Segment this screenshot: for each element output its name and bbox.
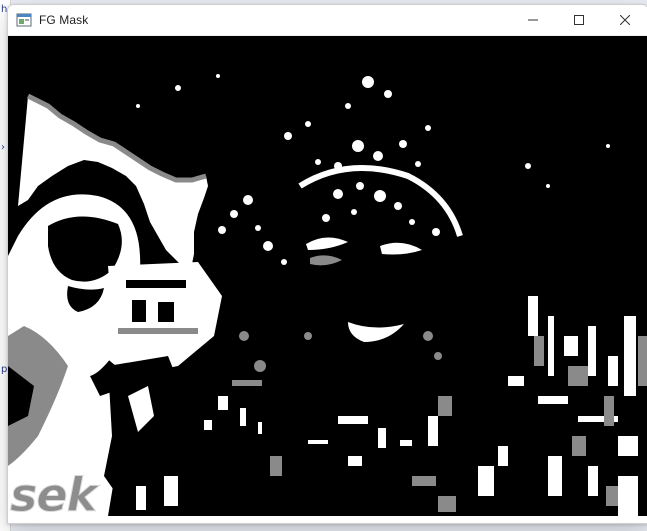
fg-mask-window: FG Mask sek: [7, 4, 647, 524]
minimize-button[interactable]: [510, 5, 556, 35]
minimize-icon: [528, 19, 538, 21]
title-bar[interactable]: FG Mask: [8, 5, 647, 36]
close-icon: [620, 15, 630, 25]
background-app-glyph: ›: [1, 142, 5, 153]
close-button[interactable]: [602, 5, 647, 35]
foreground-mask-image: sek: [8, 36, 647, 516]
opencv-window-icon: [16, 13, 32, 27]
maximize-icon: [574, 15, 584, 25]
window-title: FG Mask: [39, 13, 89, 27]
maximize-button[interactable]: [556, 5, 602, 35]
overlay-text: sek: [9, 468, 97, 517]
